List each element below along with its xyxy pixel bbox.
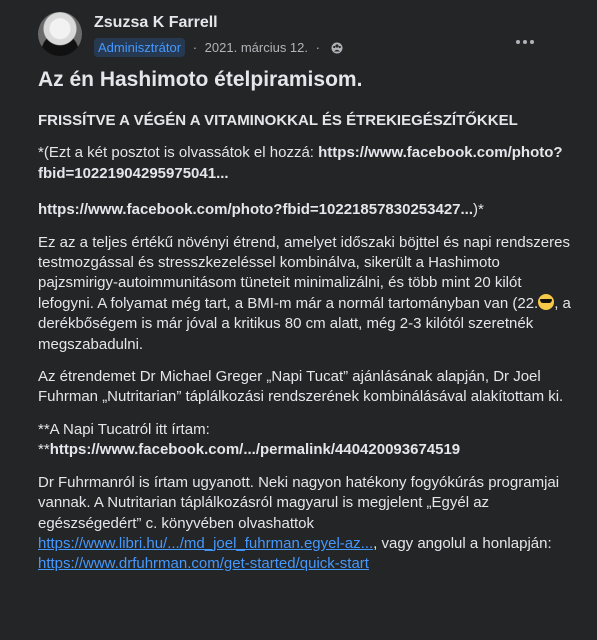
avatar[interactable] bbox=[38, 12, 82, 56]
post-date[interactable]: 2021. március 12. bbox=[205, 40, 308, 55]
group-icon[interactable] bbox=[331, 42, 343, 54]
author-name[interactable]: Zsuzsa K Farrell bbox=[94, 14, 218, 32]
paragraph-napi-tucat: **A Napi Tucatról itt írtam: **https://w… bbox=[38, 420, 578, 461]
facebook-photo-link-2[interactable]: https://www.facebook.com/photo?fbid=1022… bbox=[38, 201, 473, 218]
post-content: Az én Hashimoto ételpiramisom. FRISSÍTVE… bbox=[38, 65, 578, 583]
post-card: Zsuzsa K Farrell Adminisztrátor · 2021. … bbox=[0, 0, 597, 640]
p5-text-a: Dr Fuhrmanról is írtam ugyanott. Neki na… bbox=[38, 473, 560, 532]
paragraph-sources: Az étrendemet Dr Michael Greger „Napi Tu… bbox=[38, 368, 564, 406]
sunglasses-emoji-icon bbox=[538, 293, 555, 310]
paragraph-links-2: https://www.facebook.com/photo?fbid=1022… bbox=[38, 200, 578, 220]
drfuhrman-link[interactable]: https://www.drfuhrman.com/get-started/qu… bbox=[38, 555, 369, 572]
paragraph-fuhrman: Dr Fuhrmanról is írtam ugyanott. Neki na… bbox=[38, 473, 578, 575]
post-header: Zsuzsa K Farrell Adminisztrátor · 2021. … bbox=[38, 12, 578, 62]
p2-text-a: Ez az a teljes értékű növényi étrend, am… bbox=[38, 233, 570, 312]
post-title: Az én Hashimoto ételpiramisom. bbox=[38, 68, 363, 91]
admin-badge[interactable]: Adminisztrátor bbox=[94, 38, 186, 57]
post-meta: Adminisztrátor · 2021. március 12. · bbox=[94, 38, 343, 58]
p1-suffix: )* bbox=[473, 201, 484, 219]
post-subtitle: FRISSÍTVE A VÉGÉN A VITAMINOKKAL ÉS ÉTRE… bbox=[38, 112, 518, 129]
paragraph-links: *(Ezt a két posztot is olvassátok el hoz… bbox=[38, 143, 578, 184]
libri-link[interactable]: https://www.libri.hu/.../md_joel_fuhrman… bbox=[38, 535, 373, 552]
paragraph-diet: Ez az a teljes értékű növényi étrend, am… bbox=[38, 233, 578, 355]
p1-prefix: *(Ezt a két posztot is olvassátok el hoz… bbox=[38, 144, 319, 162]
meta-separator: · bbox=[192, 40, 198, 55]
permalink-link[interactable]: https://www.facebook.com/.../permalink/4… bbox=[50, 441, 460, 458]
p5-text-b: , vagy angolul a honlapján: bbox=[373, 534, 552, 552]
meta-separator-2: · bbox=[315, 40, 320, 55]
more-options-icon[interactable] bbox=[510, 32, 540, 52]
